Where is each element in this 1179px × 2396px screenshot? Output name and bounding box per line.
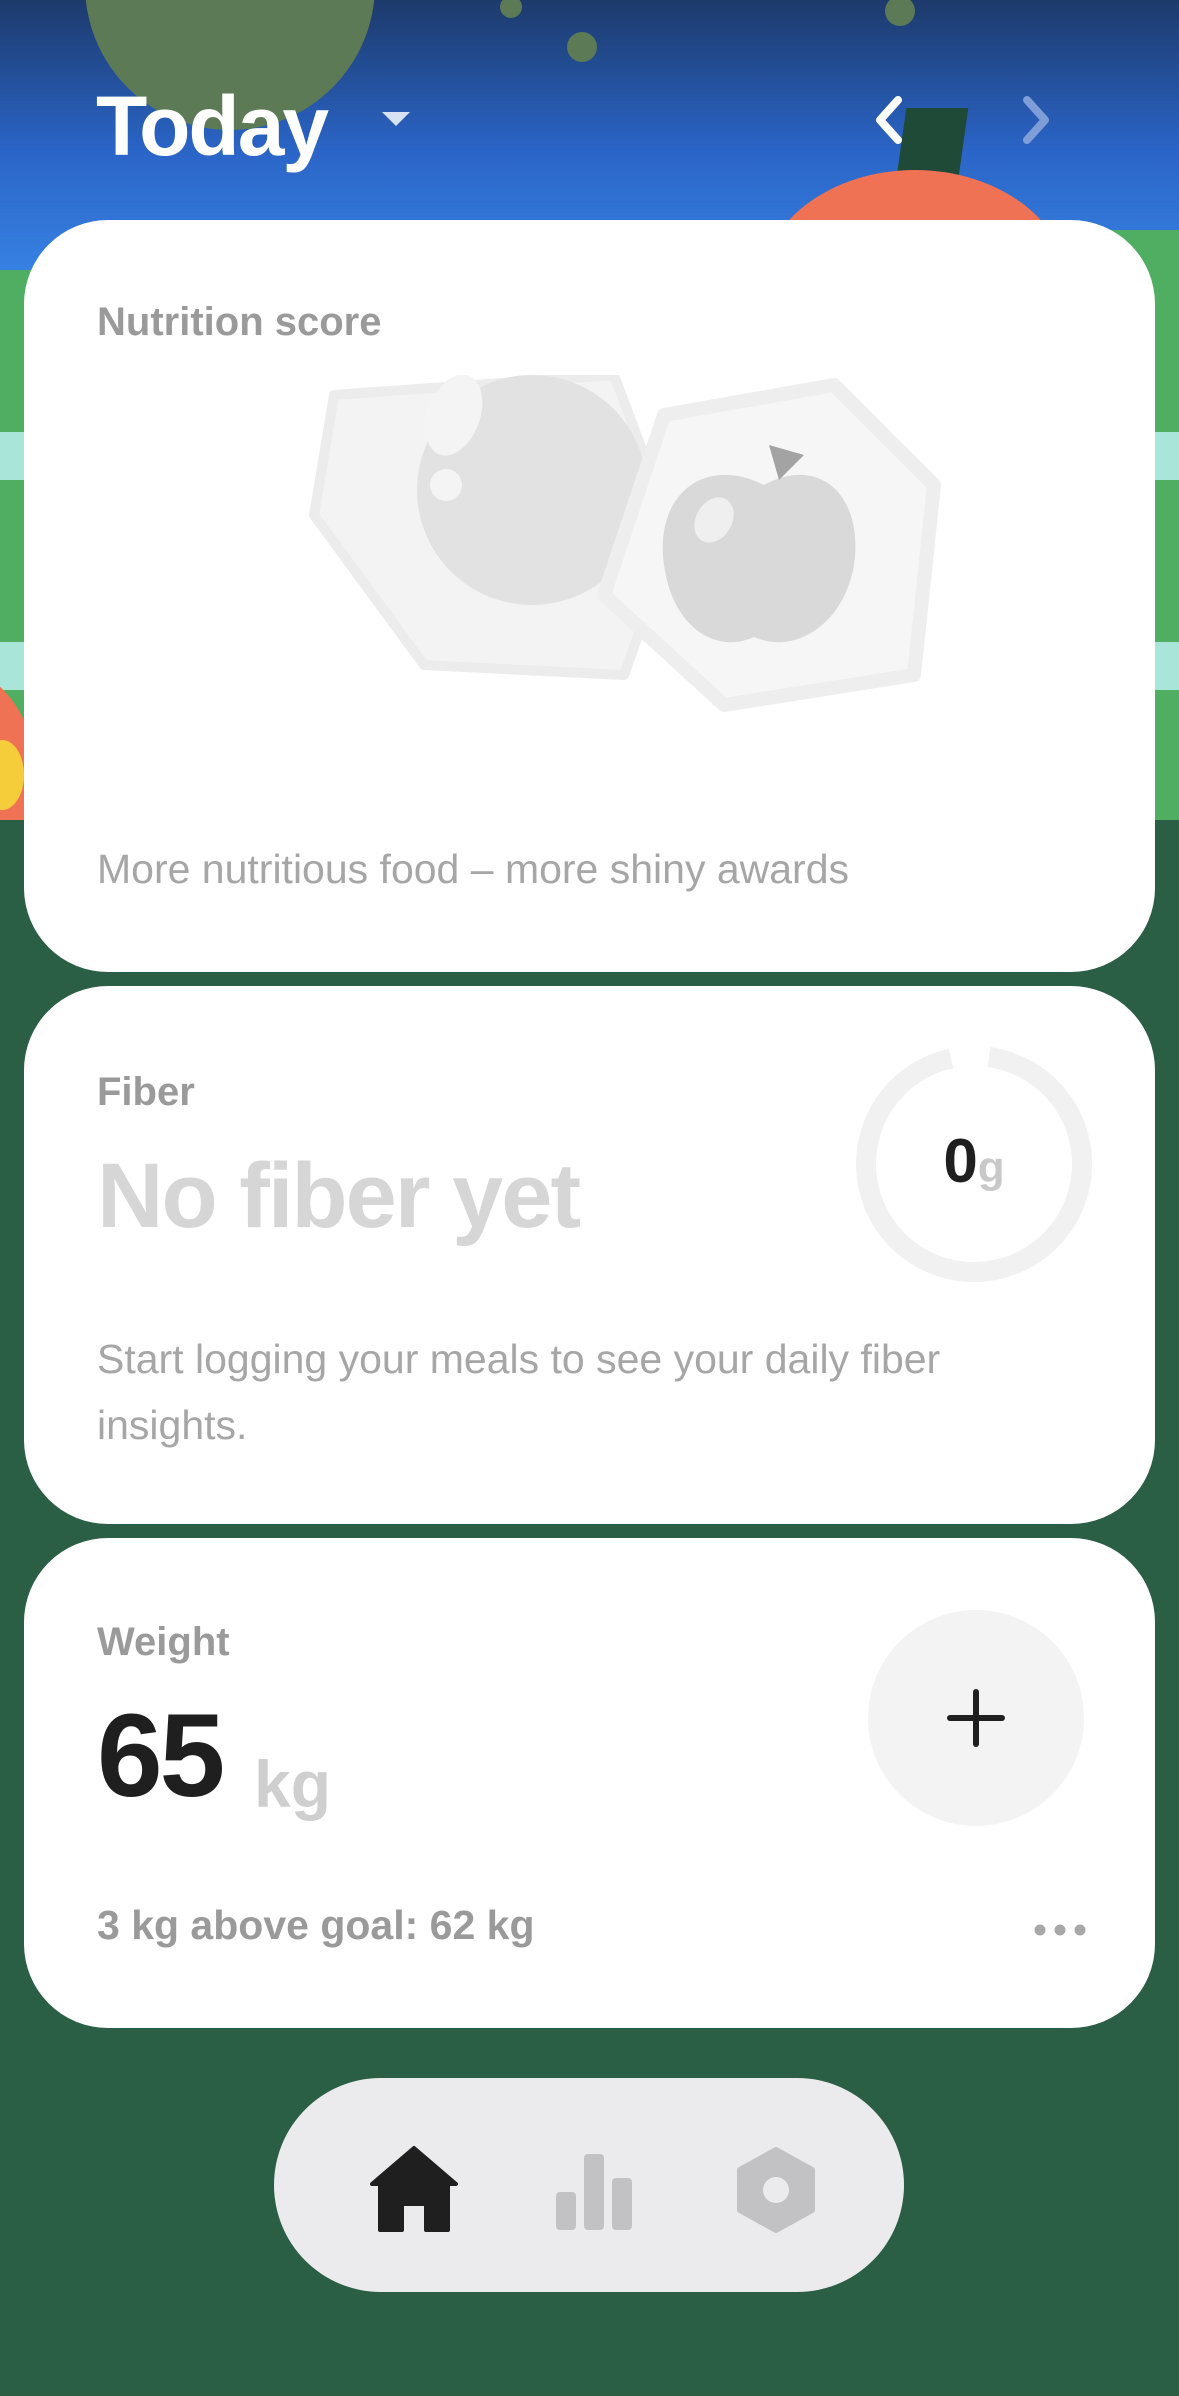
more-horizontal-icon[interactable] <box>1024 1910 1104 1950</box>
nutrition-score-card[interactable]: Nutrition score More nutritious food – m… <box>24 220 1155 972</box>
bottom-tab-bar <box>274 2078 904 2292</box>
card-label: Nutrition score <box>97 300 382 344</box>
fiber-value: 0g <box>852 1126 1096 1197</box>
chevron-down-icon[interactable] <box>382 112 410 126</box>
tab-home[interactable] <box>364 2140 464 2240</box>
weight-value: 65 <box>97 1690 225 1822</box>
tab-stats[interactable] <box>544 2140 644 2240</box>
weight-unit: kg <box>254 1747 332 1821</box>
fiber-number: 0 <box>943 1127 978 1196</box>
home-icon <box>370 2146 458 2232</box>
settings-hexagon-icon <box>737 2147 815 2233</box>
add-weight-button[interactable] <box>868 1610 1084 1826</box>
weight-goal-text: 3 kg above goal: 62 kg <box>97 1902 535 1948</box>
chevron-left-icon[interactable] <box>860 90 920 150</box>
tab-settings[interactable] <box>726 2140 826 2240</box>
fiber-note: Start logging your meals to see your dai… <box>97 1336 941 1448</box>
awards-badges-icon <box>274 370 954 755</box>
plus-icon <box>947 1689 1005 1747</box>
card-label: Weight <box>97 1620 230 1664</box>
card-label: Fiber <box>97 1070 195 1114</box>
header: Today <box>0 0 1179 230</box>
nutrition-note: More nutritious food – more shiny awards <box>97 846 850 892</box>
fiber-unit: g <box>977 1143 1005 1192</box>
fiber-status: No fiber yet <box>97 1145 581 1247</box>
fiber-card[interactable]: Fiber No fiber yet 0g Start logging your… <box>24 986 1155 1524</box>
chevron-right-icon[interactable] <box>1005 90 1065 150</box>
bar-chart-icon <box>556 2154 632 2230</box>
weight-card[interactable]: Weight 65 kg 3 kg above goal: 62 kg <box>24 1538 1155 2028</box>
page-title[interactable]: Today <box>96 78 329 175</box>
